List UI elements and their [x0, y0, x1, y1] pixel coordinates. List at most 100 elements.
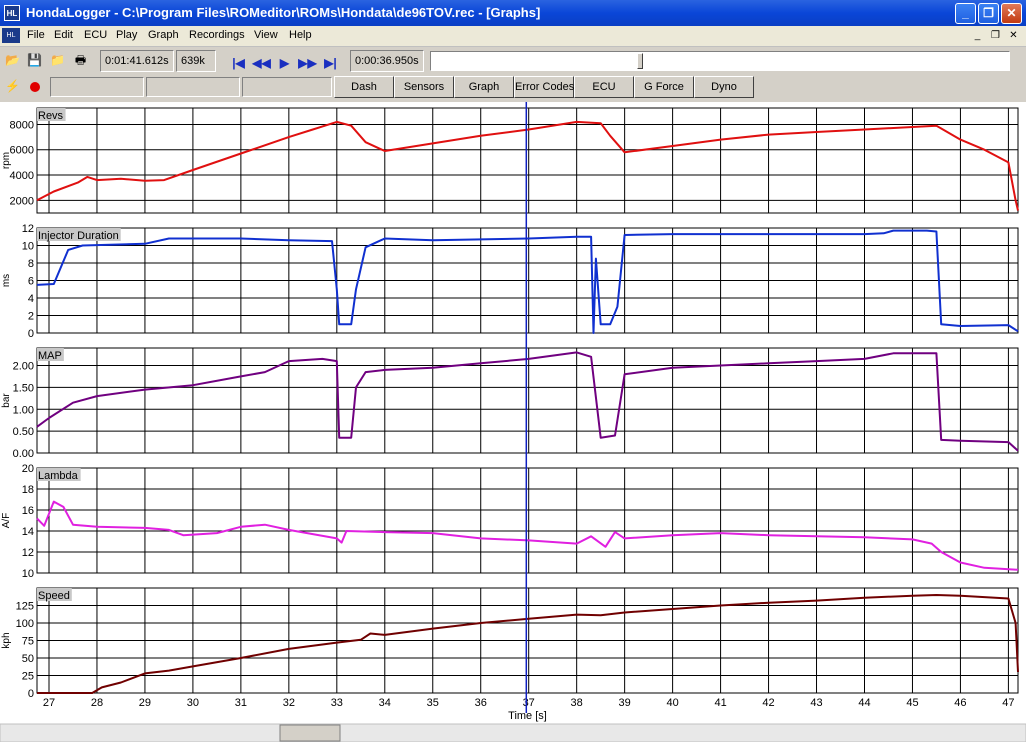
y-tick-label: 6 — [28, 276, 34, 288]
menu-play[interactable]: Play — [116, 29, 137, 41]
save-icon[interactable]: 💾 — [24, 50, 45, 71]
file-size: 639k — [176, 50, 216, 72]
menu-recordings[interactable]: Recordings — [189, 29, 245, 41]
menu-file[interactable]: File — [27, 29, 45, 41]
print-icon[interactable]: 🖶 — [70, 50, 91, 71]
y-axis-label: rpm — [1, 152, 12, 169]
x-tick-label: 46 — [954, 697, 966, 709]
tab-dash[interactable]: Dash — [334, 76, 394, 98]
y-tick-label: 2 — [28, 311, 34, 323]
tab-ecu[interactable]: ECU — [574, 76, 634, 98]
x-tick-label: 31 — [235, 697, 247, 709]
lightning-icon[interactable]: ⚡ — [2, 76, 23, 97]
record-button[interactable] — [24, 76, 45, 97]
status-field-2 — [146, 77, 240, 97]
y-tick-label: 20 — [22, 463, 34, 475]
tab-g-force[interactable]: G Force — [634, 76, 694, 98]
y-axis-label: kph — [1, 632, 12, 648]
y-tick-label: 0.00 — [13, 448, 34, 460]
panel-lambda[interactable]: 10 12 14 16 18 20 Lambda A/F — [1, 463, 1019, 580]
y-tick-label: 75 — [22, 636, 34, 648]
open-folder-icon[interactable]: 📂 — [2, 50, 23, 71]
graph-area[interactable]: 2000 4000 6000 8000 Revs rpm 0 2 4 6 8 10 12 Injector… — [0, 102, 1026, 742]
y-tick-label: 1.00 — [13, 404, 34, 416]
mdi-minimize-button[interactable]: _ — [970, 29, 985, 42]
tab-error-codes[interactable]: Error Codes — [514, 76, 574, 98]
x-axis-label: Time [s] — [508, 710, 547, 722]
status-field-1 — [50, 77, 144, 97]
x-tick-label: 30 — [187, 697, 199, 709]
y-tick-label: 1.50 — [13, 382, 34, 394]
panel-injector-duration[interactable]: 0 2 4 6 8 10 12 Injector Duration ms — [1, 223, 1019, 340]
maximize-button[interactable]: ❐ — [978, 3, 999, 24]
x-tick-label: 35 — [427, 697, 439, 709]
mdi-restore-button[interactable]: ❐ — [988, 29, 1003, 42]
panel-speed[interactable]: 0 25 50 75 100 125 Speed kph — [1, 587, 1019, 700]
menu-help[interactable]: Help — [289, 29, 312, 41]
minimize-button[interactable]: _ — [955, 3, 976, 24]
y-tick-label: 50 — [22, 653, 34, 665]
tab-sensors[interactable]: Sensors — [394, 76, 454, 98]
x-tick-label: 42 — [762, 697, 774, 709]
panel-frame — [36, 347, 1019, 454]
open-recording-icon[interactable]: 📁 — [47, 50, 68, 71]
panel-map[interactable]: 0.00 0.50 1.00 1.50 2.00 MAP bar — [1, 347, 1019, 460]
scrollbar-track[interactable] — [0, 723, 1026, 742]
skip-start-icon[interactable]: |◀ — [228, 53, 249, 74]
panel-title: Speed — [38, 590, 70, 602]
menu-view[interactable]: View — [254, 29, 278, 41]
scrollbar-thumb[interactable] — [279, 724, 341, 742]
y-tick-label: 2000 — [10, 195, 34, 207]
panel-title: Revs — [38, 110, 64, 122]
mdi-close-button[interactable]: ✕ — [1006, 29, 1021, 42]
menu-edit[interactable]: Edit — [54, 29, 73, 41]
x-tick-label: 45 — [906, 697, 918, 709]
x-tick-label: 39 — [619, 697, 631, 709]
main-toolbar: 📂 💾 📁 🖶 0:01:41.612s 639k |◀ ◀◀ ▶ ▶▶ ▶| … — [0, 47, 1026, 75]
panel-frame — [36, 107, 1019, 214]
position-time: 0:00:36.950s — [350, 50, 424, 72]
x-tick-label: 37 — [523, 697, 535, 709]
y-tick-label: 25 — [22, 671, 34, 683]
tab-dyno[interactable]: Dyno — [694, 76, 754, 98]
y-tick-label: 10 — [22, 241, 34, 253]
panel-revs[interactable]: 2000 4000 6000 8000 Revs rpm — [1, 107, 1019, 214]
y-tick-label: 2.00 — [13, 361, 34, 373]
multi-panel-chart[interactable]: 2000400060008000Revsrpm024681012Injector… — [0, 102, 1026, 742]
elapsed-time: 0:01:41.612s — [100, 50, 174, 72]
y-tick-label: 0 — [28, 688, 34, 700]
x-tick-label: 43 — [810, 697, 822, 709]
horizontal-scrollbar[interactable] — [0, 723, 1026, 742]
tab-graph[interactable]: Graph — [454, 76, 514, 98]
mdi-child-icon[interactable]: HL — [2, 28, 20, 43]
status-field-3 — [242, 77, 332, 97]
menu-ecu[interactable]: ECU — [84, 29, 107, 41]
x-tick-label: 29 — [139, 697, 151, 709]
playback-slider[interactable] — [430, 51, 1010, 71]
play-icon[interactable]: ▶ — [274, 53, 295, 74]
close-button[interactable]: ✕ — [1001, 3, 1022, 24]
x-tick-label: 34 — [379, 697, 391, 709]
app-icon[interactable]: HL — [4, 5, 20, 21]
x-tick-label: 33 — [331, 697, 343, 709]
y-tick-label: 8000 — [10, 119, 34, 131]
y-tick-label: 4000 — [10, 170, 34, 182]
panel-title: MAP — [38, 350, 62, 362]
window-title: HondaLogger - C:\Program Files\ROMeditor… — [26, 5, 541, 20]
menu-graph[interactable]: Graph — [148, 29, 179, 41]
x-tick-label: 44 — [858, 697, 870, 709]
x-tick-label: 40 — [666, 697, 678, 709]
y-tick-label: 14 — [22, 526, 34, 538]
y-axis-label: A/F — [1, 513, 12, 529]
x-tick-label: 38 — [571, 697, 583, 709]
y-tick-label: 18 — [22, 484, 34, 496]
y-tick-label: 6000 — [10, 145, 34, 157]
y-tick-label: 16 — [22, 505, 34, 517]
skip-end-icon[interactable]: ▶| — [320, 53, 341, 74]
rewind-icon[interactable]: ◀◀ — [251, 53, 272, 74]
x-tick-label: 41 — [714, 697, 726, 709]
slider-thumb[interactable] — [637, 53, 643, 69]
fast-forward-icon[interactable]: ▶▶ — [297, 53, 318, 74]
y-tick-label: 12 — [22, 223, 34, 235]
y-tick-label: 0 — [28, 328, 34, 340]
